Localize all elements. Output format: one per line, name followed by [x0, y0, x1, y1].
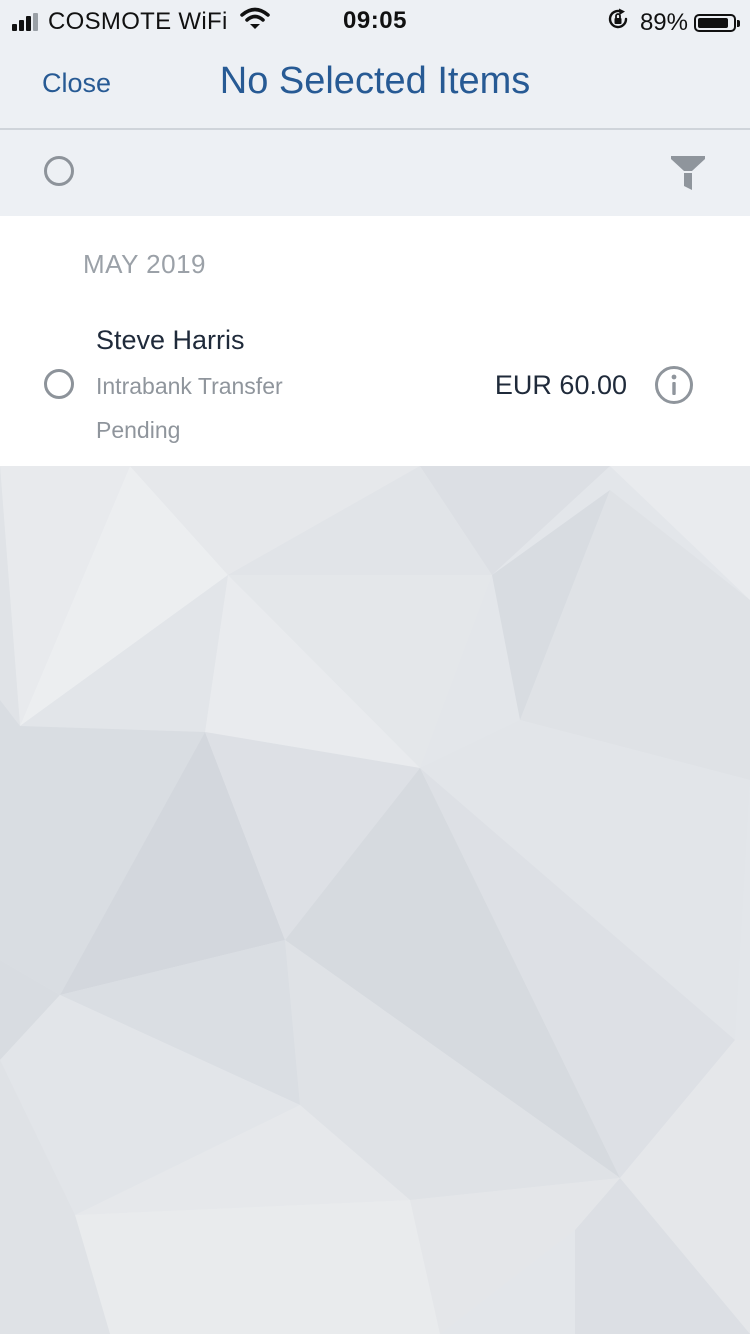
battery-percent: 89%: [639, 8, 688, 36]
select-all-radio-icon[interactable]: [44, 156, 74, 186]
transaction-select-radio-icon[interactable]: [44, 369, 74, 399]
transaction-type: Intrabank Transfer: [96, 373, 283, 399]
info-icon[interactable]: [654, 365, 694, 410]
status-right: 89%: [606, 7, 740, 38]
transaction-amount: EUR 60.00: [494, 370, 627, 400]
status-bar: COSMOTE WiFi 09:05 89%: [0, 0, 750, 40]
filter-funnel-icon[interactable]: [670, 155, 706, 196]
rotation-lock-icon: [606, 7, 630, 38]
transaction-list: MAY 2019 Steve Harris Intrabank Transfer…: [0, 216, 750, 466]
battery-fill: [698, 17, 729, 28]
transaction-row[interactable]: Steve Harris Intrabank Transfer Pending …: [0, 312, 750, 462]
month-section-header: MAY 2019: [83, 249, 207, 279]
page-title: No Selected Items: [219, 60, 531, 102]
battery-icon: [694, 13, 740, 32]
transaction-payee: Steve Harris: [96, 325, 245, 355]
selection-toolbar: [0, 130, 750, 216]
battery-tip: [737, 19, 740, 27]
transaction-status: Pending: [96, 417, 181, 443]
navigation-bar: Close No Selected Items: [0, 40, 750, 130]
